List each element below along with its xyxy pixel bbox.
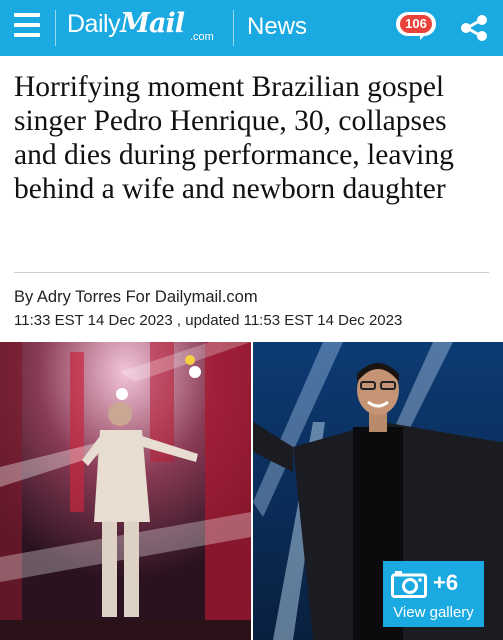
logo-com-text: .com xyxy=(190,31,214,43)
top-bar: DailyMail .com News 106 xyxy=(0,0,503,56)
article-headline: Horrifying moment Brazilian gospel singe… xyxy=(14,71,454,205)
share-icon[interactable] xyxy=(460,14,488,42)
divider xyxy=(233,10,234,46)
divider xyxy=(55,10,56,46)
article-byline[interactable]: By Adry Torres For Dailymail.com xyxy=(14,288,258,307)
comments-button[interactable]: 106 xyxy=(396,12,436,42)
logo-daily-text: Daily xyxy=(67,10,121,38)
article-dateline: 11:33 EST 14 Dec 2023 , updated 11:53 ES… xyxy=(14,312,403,329)
gallery-label: View gallery xyxy=(393,604,474,621)
menu-icon[interactable] xyxy=(14,13,40,41)
performance-photo[interactable] xyxy=(0,342,251,640)
section-title[interactable]: News xyxy=(247,13,307,41)
logo-mail-text: Mail xyxy=(120,8,185,39)
camera-icon xyxy=(391,571,427,598)
site-logo[interactable]: DailyMail xyxy=(67,8,185,39)
view-gallery-button[interactable]: +6 View gallery xyxy=(383,561,484,627)
gallery-extra-count: +6 xyxy=(433,570,459,595)
comment-count-badge: 106 xyxy=(400,15,432,33)
divider xyxy=(14,272,489,273)
